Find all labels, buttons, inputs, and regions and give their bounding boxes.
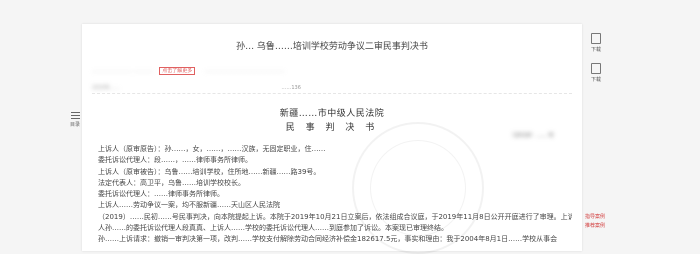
right-toolbar: 下载 下载: [588, 33, 604, 93]
toc-button[interactable]: 目录: [67, 110, 83, 128]
promo-badge[interactable]: 点击了解更多: [159, 67, 196, 75]
body-line: （2019）……民初……号民事判决，向本院提起上诉。本院于2019年10月21日…: [98, 212, 572, 221]
divider: [92, 93, 572, 94]
body-line: 上诉人……劳动争议一案，均不服新疆……天山区人民法院: [98, 201, 280, 210]
body-line: 上诉人（原审被告）：乌鲁……培训学校，住所地……新疆……路39号。: [98, 167, 321, 176]
menu-icon: [70, 112, 80, 119]
document-meta: …………………… ………… 点击了解更多 …………………………………………: [92, 67, 285, 75]
court-name: 新疆……市中级人民法院: [279, 109, 385, 119]
body-line: 人孙……的委托诉讼代理人段真真、上诉人……学校的委托诉讼代理人……到庭参加了诉讼…: [98, 224, 448, 233]
download-button[interactable]: 下载: [588, 33, 604, 53]
document-meta-2: 2020年…… ……136: [92, 84, 301, 91]
body-line: 孙……上诉请求：撤销一审判决第一项，改判……学校支付解除劳动合同经济补偿金182…: [98, 235, 558, 244]
meta-source: …………………… …………: [92, 68, 154, 74]
meta-info: …………………………………………: [204, 68, 285, 74]
meta-count: ……136: [281, 85, 301, 91]
body-line: 法定代表人：高卫平，乌鲁……培训学校校长。: [98, 178, 245, 187]
download-label-2: 下载: [590, 77, 601, 83]
case-number: （2019）……号: [508, 132, 554, 139]
document-title: 孙… 乌鲁……培训学校劳动争议二审民事判决书: [236, 42, 428, 52]
body-line: 上诉人（原审原告）：孙……，女，……，……汉族，无固定职业，住……: [98, 145, 326, 153]
body-line: 委托诉讼代理人：段……，……律师事务所律师。: [98, 156, 252, 165]
document-icon: [591, 33, 601, 44]
document-type: 民 事 判 决 书: [285, 123, 379, 133]
body-line: 委托诉讼代理人：……律师事务所律师。: [98, 190, 224, 199]
document-page: 孙… 乌鲁……培训学校劳动争议二审民事判决书 …………………… ………… 点击了…: [82, 24, 582, 254]
download-button-2[interactable]: 下载: [588, 63, 604, 83]
download-label: 下载: [590, 47, 601, 53]
recommended-case-link[interactable]: 推荐案例: [585, 223, 605, 229]
meta-date: 2020年……: [92, 85, 120, 91]
toc-label: 目录: [69, 122, 80, 128]
document-body: 上诉人（原审原告）：孙……，女，……，……汉族，无固定职业，住…… 委托诉讼代理…: [98, 144, 572, 246]
guiding-case-link[interactable]: 指导案例: [585, 214, 605, 220]
side-links: 指导案例 推荐案例: [585, 214, 605, 232]
document-icon: [591, 63, 601, 74]
